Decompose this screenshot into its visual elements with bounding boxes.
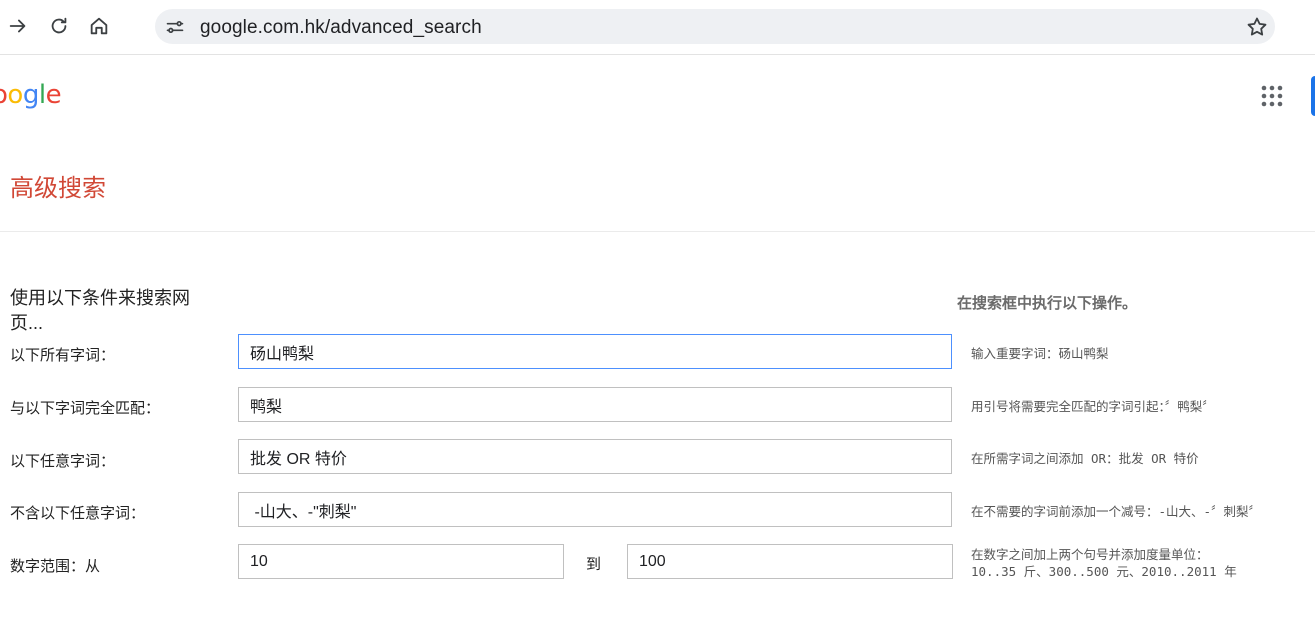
exact-phrase-hint: 用引号将需要完全匹配的字词引起：〞鸭梨〞 — [971, 399, 1215, 414]
all-words-label: 以下所有字词： — [10, 347, 116, 364]
number-range-hint-line2: 10..35 斤、300..500 元、2010..2011 年 — [971, 564, 1237, 579]
none-words-hint: 在不需要的字词前添加一个减号：-山大、-〞刺梨〞 — [971, 504, 1262, 519]
section-title: 使用以下条件来搜索网页... — [10, 288, 190, 333]
address-bar[interactable]: google.com.hk/advanced_search — [155, 9, 1275, 44]
number-range-label: 数字范围：从 — [10, 558, 101, 575]
exact-phrase-label: 与以下字词完全匹配： — [10, 400, 161, 417]
all-words-hint: 输入重要字词：砀山鸭梨 — [971, 346, 1109, 361]
google-logo[interactable]: oogle — [0, 80, 62, 110]
logo-letter: g — [22, 80, 40, 110]
any-words-label: 以下任意字词： — [10, 453, 116, 470]
forward-icon[interactable] — [5, 12, 31, 40]
browser-toolbar: google.com.hk/advanced_search — [0, 0, 1315, 55]
apps-grid-icon[interactable] — [1260, 84, 1284, 108]
none-words-input[interactable] — [238, 492, 952, 527]
all-words-input[interactable] — [238, 334, 952, 369]
range-to-input[interactable] — [627, 544, 953, 579]
hint-title: 在搜索框中执行以下操作。 — [957, 295, 1138, 312]
url-text[interactable]: google.com.hk/advanced_search — [200, 17, 482, 39]
logo-letter: l — [38, 80, 46, 110]
number-range-hint-line1: 在数字之间加上两个句号并添加度量单位： — [971, 547, 1209, 562]
any-words-hint: 在所需字词之间添加 OR：批发 OR 特价 — [971, 451, 1199, 466]
range-to-label: 到 — [586, 556, 602, 573]
site-settings-icon[interactable] — [165, 17, 185, 37]
number-range-hint: 在数字之间加上两个句号并添加度量单位： 10..35 斤、300..500 元、… — [971, 546, 1237, 580]
account-button-edge[interactable] — [1311, 76, 1315, 116]
reload-icon[interactable] — [46, 12, 72, 40]
none-words-label: 不含以下任意字词： — [10, 505, 146, 522]
page-title: 高级搜索 — [10, 175, 106, 202]
logo-letter: o — [7, 80, 23, 110]
any-words-input[interactable] — [238, 439, 952, 474]
bookmark-star-icon[interactable] — [1245, 15, 1269, 39]
divider — [0, 231, 1315, 232]
exact-phrase-input[interactable] — [238, 387, 952, 422]
range-from-input[interactable] — [238, 544, 564, 579]
home-icon[interactable] — [86, 12, 112, 40]
logo-letter: e — [45, 80, 62, 110]
